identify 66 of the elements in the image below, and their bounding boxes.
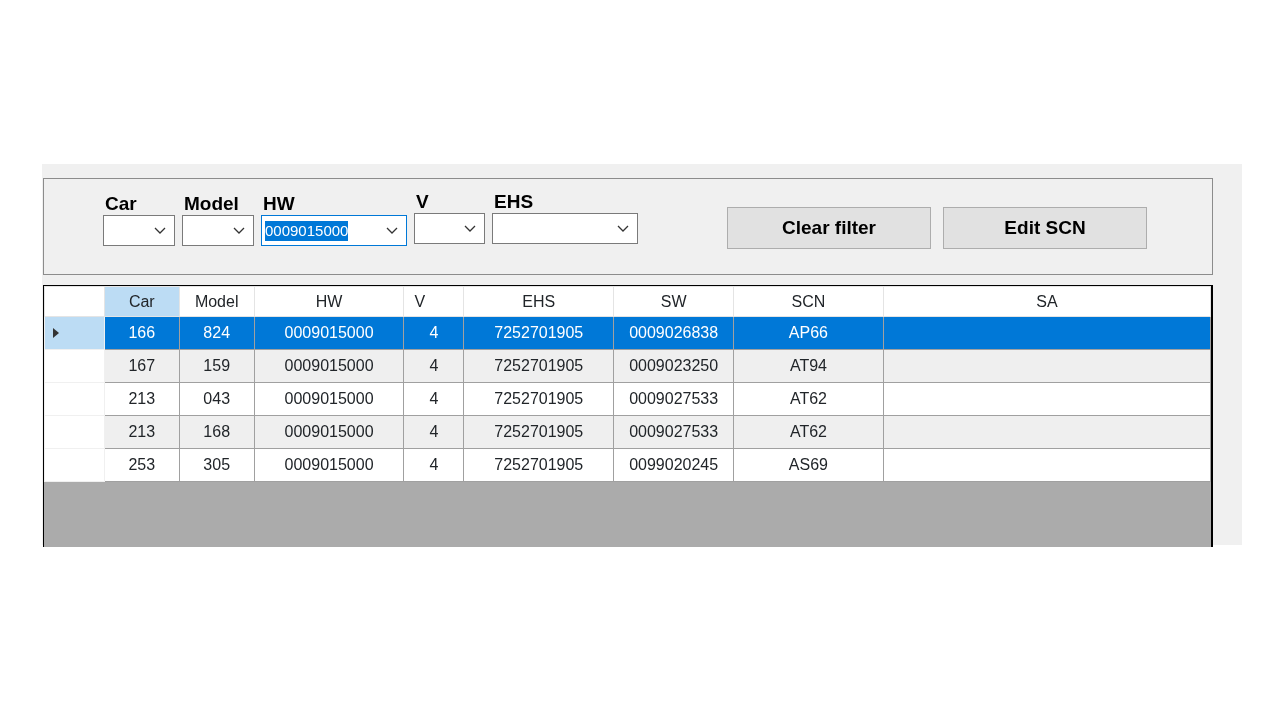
filter-label: V [415, 191, 429, 213]
column-header[interactable]: SW [613, 286, 734, 317]
table-cell: 305 [179, 448, 255, 482]
table-cell: 0009015000 [254, 448, 404, 482]
current-row-icon [53, 328, 59, 338]
row-header[interactable] [44, 448, 105, 482]
column-header[interactable]: SCN [733, 286, 884, 317]
filter-combobox[interactable] [182, 215, 254, 246]
table-cell: 7252701905 [463, 415, 614, 449]
chevron-down-icon [617, 225, 629, 232]
table-cell: 0009015000 [254, 349, 404, 383]
table-cell: 0009015000 [254, 382, 404, 416]
table-cell: 7252701905 [463, 448, 614, 482]
table-cell: 4 [403, 349, 464, 383]
filter-label: HW [262, 193, 295, 215]
table-cell: 0009015000 [254, 415, 404, 449]
table-cell: 0009027533 [613, 415, 734, 449]
row-header[interactable] [44, 382, 105, 416]
table-cell: 213 [104, 415, 180, 449]
filter-combobox[interactable] [492, 213, 638, 244]
table-cell: 4 [403, 382, 464, 416]
edit-button[interactable]: Edit SCN [943, 207, 1147, 249]
table-cell: 167 [104, 349, 180, 383]
filter-combobox[interactable] [103, 215, 175, 246]
table-cell: 253 [104, 448, 180, 482]
column-header[interactable]: Car [104, 286, 180, 317]
table-cell: 7252701905 [463, 382, 614, 416]
row-header[interactable] [44, 316, 105, 350]
table-cell: AS69 [733, 448, 884, 482]
table-cell: 4 [403, 448, 464, 482]
table-cell: AT94 [733, 349, 884, 383]
table-cell: 166 [104, 316, 180, 350]
filter-label: Model [183, 193, 239, 215]
table-cell: 0009015000 [254, 316, 404, 350]
table-cell: 213 [104, 382, 180, 416]
filter-label: Car [104, 193, 137, 215]
chevron-down-icon [233, 227, 245, 234]
row-header[interactable] [44, 349, 105, 383]
column-header[interactable]: V [403, 286, 464, 317]
table-cell: AP66 [733, 316, 884, 350]
table-cell: 0009023250 [613, 349, 734, 383]
table-cell: 0099020245 [613, 448, 734, 482]
table-cell: 4 [403, 316, 464, 350]
table-cell: 0009026838 [613, 316, 734, 350]
table-cell: 0009027533 [613, 382, 734, 416]
column-header[interactable]: EHS [463, 286, 614, 317]
filter-combobox[interactable]: 0009015000 [261, 215, 407, 246]
table-cell: 159 [179, 349, 255, 383]
chevron-down-icon [154, 227, 166, 234]
table-cell: 824 [179, 316, 255, 350]
table-cell: 7252701905 [463, 316, 614, 350]
column-header[interactable]: HW [254, 286, 404, 317]
filter-label: EHS [493, 191, 534, 213]
column-header[interactable]: Model [179, 286, 255, 317]
table-cell: AT62 [733, 382, 884, 416]
table-cell: AT62 [733, 415, 884, 449]
chevron-down-icon [464, 225, 476, 232]
table-cell: 043 [179, 382, 255, 416]
filter-combobox[interactable] [414, 213, 485, 244]
clear-filter-button[interactable]: Clear filter [727, 207, 931, 249]
row-header[interactable] [44, 415, 105, 449]
table-cell: 7252701905 [463, 349, 614, 383]
table-cell: 4 [403, 415, 464, 449]
chevron-down-icon [386, 227, 398, 234]
column-header[interactable]: SA [883, 286, 1211, 317]
table-cell: 168 [179, 415, 255, 449]
